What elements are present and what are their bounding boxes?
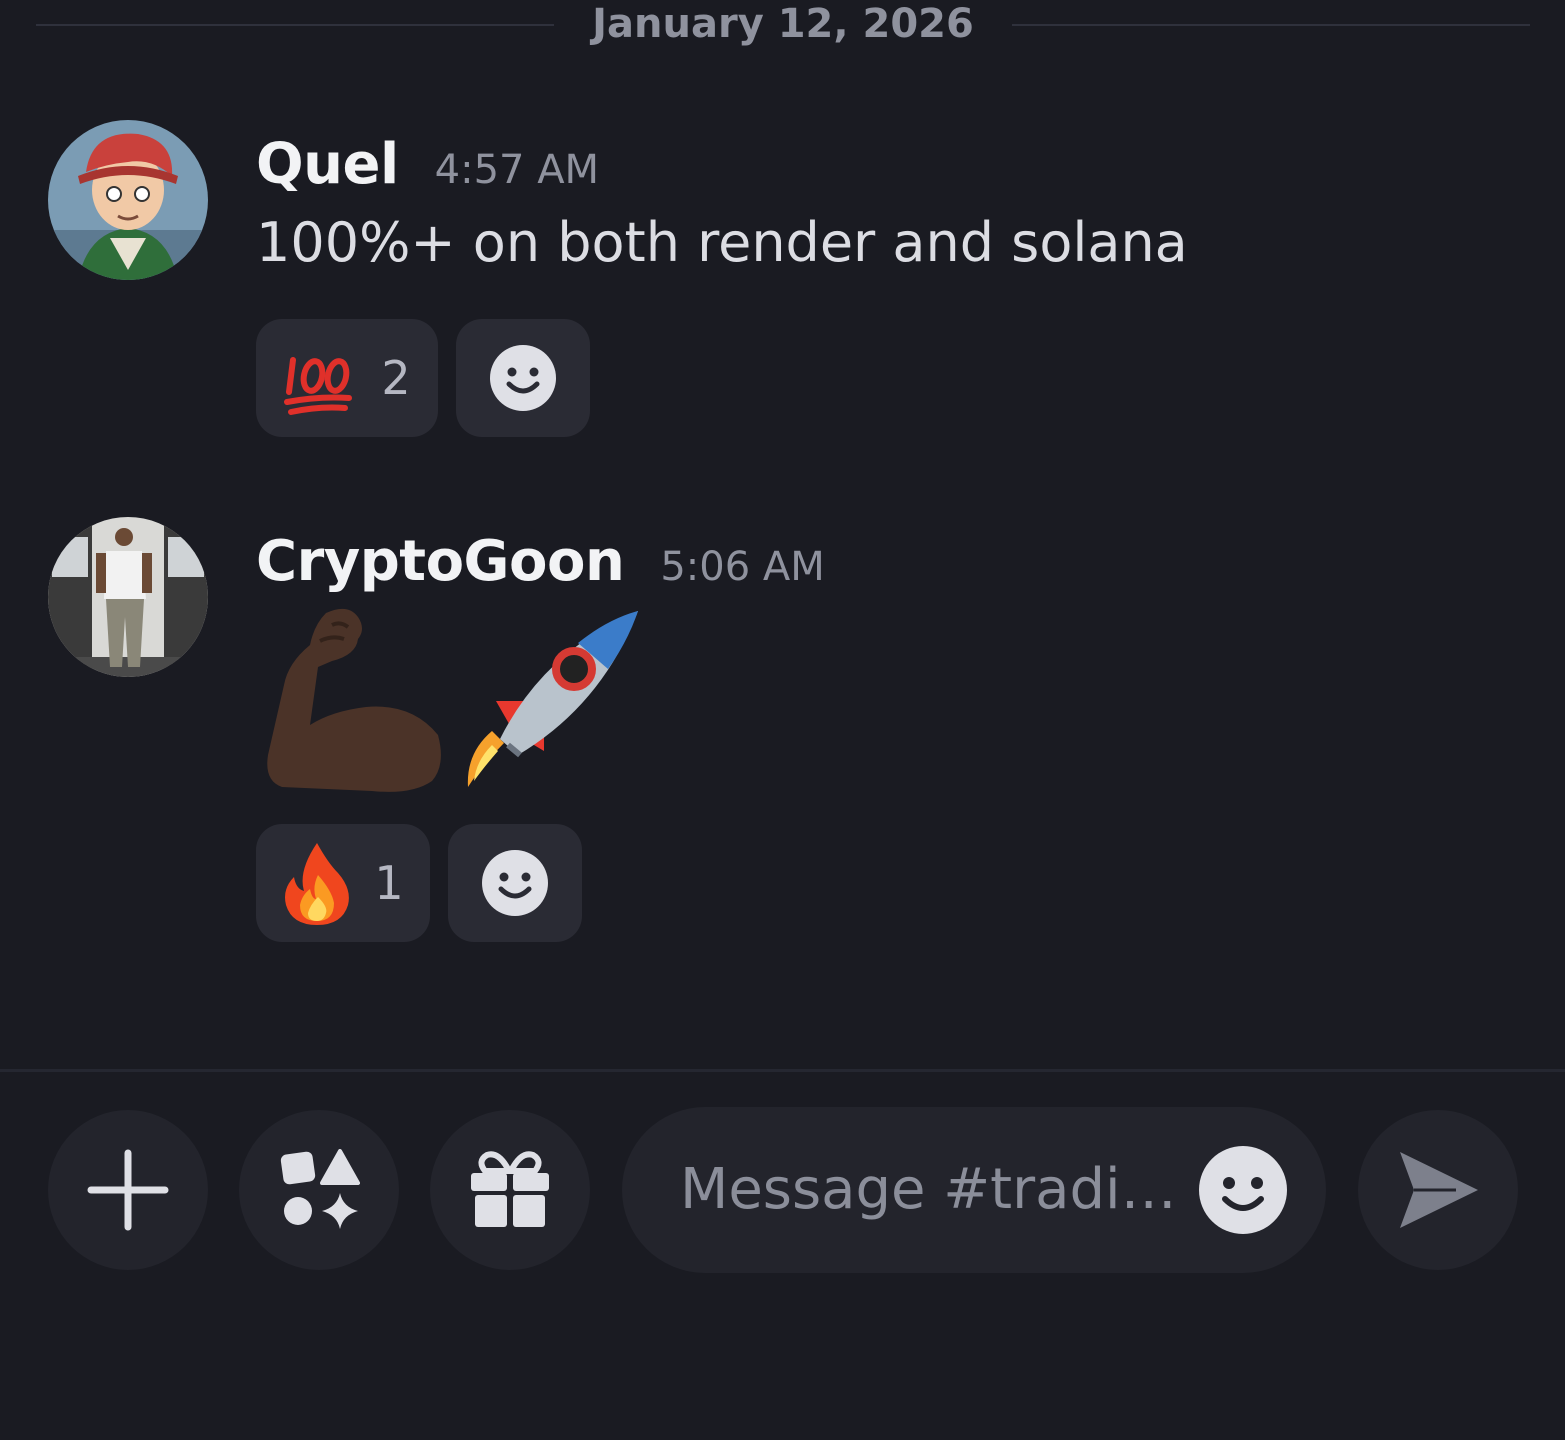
send-icon — [1400, 1152, 1478, 1228]
fire-icon — [285, 843, 350, 925]
photo-avatar-image — [48, 517, 208, 677]
reaction-count: 2 — [381, 351, 411, 405]
gift-icon — [471, 1151, 549, 1227]
timestamp: 5:06 AM — [660, 544, 825, 590]
apps-button[interactable] — [239, 1110, 399, 1270]
message-cryptogoon: CryptoGoon 5:06 AM — [0, 517, 1565, 817]
divider-line-left — [36, 24, 555, 26]
message-body: Quel 4:57 AM 100%+ on both render and so… — [256, 132, 1188, 274]
message-header: Quel 4:57 AM — [256, 132, 1188, 197]
message-input-placeholder: Message #tradin… — [680, 1157, 1180, 1222]
message-body: CryptoGoon 5:06 AM — [256, 529, 825, 594]
jumbo-emoji-row — [262, 605, 644, 795]
divider-line-right — [1011, 24, 1531, 26]
avatar-cryptogoon[interactable] — [48, 517, 208, 677]
reaction-bar-quel: 2 — [256, 319, 590, 437]
date-divider: January 12, 2026 — [36, 0, 1531, 50]
divider-date: January 12, 2026 — [592, 1, 974, 47]
attach-button[interactable] — [48, 1110, 208, 1270]
reaction-count: 1 — [374, 856, 404, 910]
bottom-safe-area — [0, 1330, 1565, 1440]
emoji-picker-icon[interactable] — [1198, 1145, 1288, 1235]
message-text: 100%+ on both render and solana — [256, 211, 1188, 274]
add-reaction-icon — [482, 850, 548, 916]
composer-divider — [0, 1069, 1565, 1072]
rocket-icon — [467, 611, 638, 787]
reaction-fire[interactable]: 1 — [256, 824, 430, 942]
username[interactable]: Quel — [256, 132, 399, 197]
add-reaction-button[interactable] — [448, 824, 582, 942]
reaction-hundred[interactable]: 2 — [256, 319, 438, 437]
add-reaction-icon — [490, 345, 556, 411]
plus-icon — [87, 1149, 169, 1231]
reaction-bar-cryptogoon: 1 — [256, 824, 582, 942]
message-header: CryptoGoon 5:06 AM — [256, 529, 825, 594]
cartoon-avatar-image — [48, 120, 208, 280]
message-input[interactable]: Message #tradin… — [622, 1107, 1326, 1273]
hundred-points-icon — [284, 357, 353, 415]
message-quel: Quel 4:57 AM 100%+ on both render and so… — [0, 120, 1565, 450]
gift-button[interactable] — [430, 1110, 590, 1270]
username[interactable]: CryptoGoon — [256, 529, 625, 594]
avatar-quel[interactable] — [48, 120, 208, 280]
apps-icon — [280, 1149, 360, 1229]
flexed-biceps-icon — [267, 608, 441, 792]
send-button[interactable] — [1358, 1110, 1518, 1270]
timestamp: 4:57 AM — [434, 147, 600, 193]
add-reaction-button[interactable] — [456, 319, 590, 437]
